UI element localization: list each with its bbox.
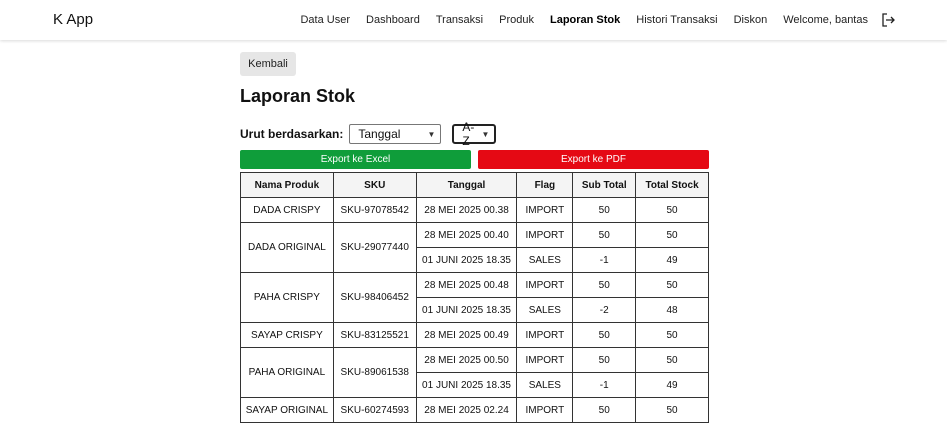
nav-laporan-stok[interactable]: Laporan Stok xyxy=(550,14,620,26)
product-name: DADA ORIGINAL xyxy=(240,222,334,273)
entry-total: 49 xyxy=(635,372,709,398)
entry-subtotal: 50 xyxy=(572,322,637,348)
entry-subtotal: -2 xyxy=(572,297,637,323)
entry-date: 01 JUNI 2025 18.35 xyxy=(415,372,518,398)
chevron-down-icon: ▼ xyxy=(427,129,436,139)
header-sub-total: Sub Total xyxy=(572,172,637,198)
sort-field-value: Tanggal xyxy=(358,127,401,141)
product-sku: SKU-98406452 xyxy=(332,272,417,323)
back-button[interactable]: Kembali xyxy=(240,52,296,76)
app-brand[interactable]: K App xyxy=(53,11,93,28)
stock-table-body: DADA CRISPY SKU-97078542 28 MEI 2025 00.… xyxy=(240,197,709,423)
nav-links: Data User Dashboard Transaksi Produk Lap… xyxy=(284,0,895,40)
table-row: DADA CRISPY SKU-97078542 28 MEI 2025 00.… xyxy=(240,197,709,223)
header-sku: SKU xyxy=(332,172,417,198)
entry-date: 28 MEI 2025 00.49 xyxy=(415,322,518,348)
table-row: SAYAP ORIGINAL SKU-60274593 28 MEI 2025 … xyxy=(240,397,709,423)
export-excel-button[interactable]: Export ke Excel xyxy=(240,150,471,169)
product-sku: SKU-89061538 xyxy=(332,347,417,398)
product-name: SAYAP CRISPY xyxy=(240,322,334,348)
product-sku: SKU-83125521 xyxy=(332,322,417,348)
entry-flag: IMPORT xyxy=(516,322,574,348)
entry-total: 48 xyxy=(635,297,709,323)
table-row: PAHA ORIGINAL SKU-89061538 28 MEI 2025 0… xyxy=(240,347,709,398)
header-nama-produk: Nama Produk xyxy=(240,172,334,198)
nav-data-user[interactable]: Data User xyxy=(300,14,350,26)
table-row: DADA ORIGINAL SKU-29077440 28 MEI 2025 0… xyxy=(240,222,709,273)
entry-flag: SALES xyxy=(516,247,574,273)
entry-flag: IMPORT xyxy=(516,222,574,248)
entry-total: 50 xyxy=(635,397,709,423)
entry-subtotal: 50 xyxy=(572,272,637,298)
entry-subtotal: 50 xyxy=(572,222,637,248)
entry-date: 28 MEI 2025 00.38 xyxy=(415,197,518,223)
sort-label: Urut berdasarkan: xyxy=(240,127,344,141)
entry-date: 28 MEI 2025 00.40 xyxy=(415,222,518,248)
export-pdf-button[interactable]: Export ke PDF xyxy=(478,150,709,169)
product-name: PAHA CRISPY xyxy=(240,272,334,323)
sort-field-select[interactable]: Tanggal ▼ xyxy=(349,124,442,144)
entry-flag: IMPORT xyxy=(516,197,574,223)
entry-total: 50 xyxy=(635,197,709,223)
entry-total: 50 xyxy=(635,222,709,248)
entry-date: 28 MEI 2025 00.48 xyxy=(415,272,518,298)
chevron-down-icon: ▼ xyxy=(481,129,490,139)
entry-date: 28 MEI 2025 00.50 xyxy=(415,347,518,373)
product-sku: SKU-29077440 xyxy=(332,222,417,273)
entry-subtotal: 50 xyxy=(572,397,637,423)
entry-flag: IMPORT xyxy=(516,397,574,423)
entry-flag: SALES xyxy=(516,297,574,323)
product-name: SAYAP ORIGINAL xyxy=(240,397,334,423)
entry-total: 50 xyxy=(635,347,709,373)
header-tanggal: Tanggal xyxy=(415,172,518,198)
entry-subtotal: -1 xyxy=(572,247,637,273)
logout-icon[interactable] xyxy=(881,13,895,27)
table-row: PAHA CRISPY SKU-98406452 28 MEI 2025 00.… xyxy=(240,272,709,323)
nav-dashboard[interactable]: Dashboard xyxy=(366,14,420,26)
entry-subtotal: -1 xyxy=(572,372,637,398)
nav-produk[interactable]: Produk xyxy=(499,14,534,26)
header-flag: Flag xyxy=(516,172,574,198)
stock-table: Nama Produk SKU Tanggal Flag Sub Total T… xyxy=(240,172,709,423)
top-navbar: K App Data User Dashboard Transaksi Prod… xyxy=(0,0,947,40)
product-name: PAHA ORIGINAL xyxy=(240,347,334,398)
nav-diskon[interactable]: Diskon xyxy=(734,14,768,26)
entry-date: 01 JUNI 2025 18.35 xyxy=(415,247,518,273)
entry-date: 01 JUNI 2025 18.35 xyxy=(415,297,518,323)
nav-transaksi[interactable]: Transaksi xyxy=(436,14,483,26)
entry-total: 50 xyxy=(635,272,709,298)
sort-order-value: A-Z xyxy=(462,120,475,148)
table-row: SAYAP CRISPY SKU-83125521 28 MEI 2025 00… xyxy=(240,322,709,348)
nav-histori-transaksi[interactable]: Histori Transaksi xyxy=(636,14,717,26)
sort-order-select[interactable]: A-Z ▼ xyxy=(452,120,497,148)
entry-total: 49 xyxy=(635,247,709,273)
entry-subtotal: 50 xyxy=(572,347,637,373)
entry-subtotal: 50 xyxy=(572,197,637,223)
export-row: Export ke Excel Export ke PDF xyxy=(240,150,709,169)
product-sku: SKU-97078542 xyxy=(332,197,417,223)
entry-total: 50 xyxy=(635,322,709,348)
table-header-row: Nama Produk SKU Tanggal Flag Sub Total T… xyxy=(240,172,709,198)
entry-flag: SALES xyxy=(516,372,574,398)
main-content: Kembali Laporan Stok Urut berdasarkan: T… xyxy=(240,52,709,423)
product-name: DADA CRISPY xyxy=(240,197,334,223)
product-sku: SKU-60274593 xyxy=(332,397,417,423)
entry-flag: IMPORT xyxy=(516,272,574,298)
page-title: Laporan Stok xyxy=(240,86,356,106)
sort-row: Urut berdasarkan: Tanggal ▼ A-Z ▼ xyxy=(240,120,709,148)
welcome-user-text: Welcome, bantas xyxy=(783,14,868,26)
header-total-stock: Total Stock xyxy=(635,172,709,198)
entry-date: 28 MEI 2025 02.24 xyxy=(415,397,518,423)
entry-flag: IMPORT xyxy=(516,347,574,373)
